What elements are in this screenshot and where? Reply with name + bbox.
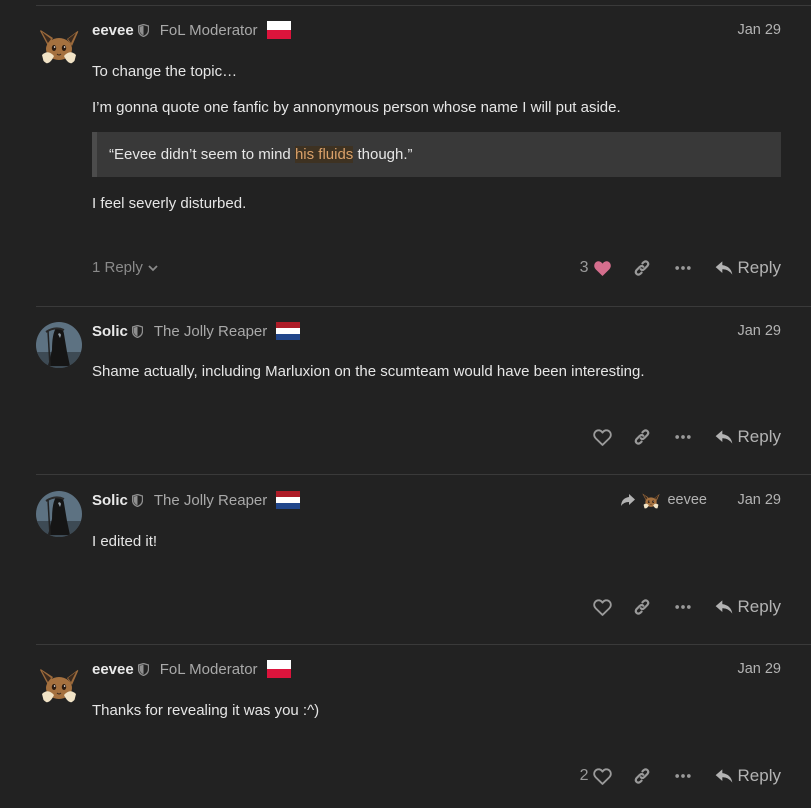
post-paragraph: I’m gonna quote one fanfic by annonymous… <box>92 99 621 116</box>
more-actions-button[interactable] <box>673 597 693 617</box>
user-title: The Jolly Reaper <box>153 322 268 340</box>
post-date[interactable]: Jan 29 <box>737 19 781 41</box>
reply-to-username: eevee <box>667 492 707 508</box>
shield-icon <box>132 325 143 338</box>
avatar[interactable] <box>36 322 82 368</box>
avatar[interactable] <box>36 660 82 706</box>
heart-outline-icon <box>592 597 613 618</box>
like-count: 2 <box>579 767 589 784</box>
more-actions-button[interactable] <box>673 427 693 447</box>
reply-icon <box>714 258 734 278</box>
link-icon <box>632 766 652 786</box>
ellipsis-icon <box>673 258 693 278</box>
reply-button[interactable]: Reply <box>714 427 781 447</box>
quote-text: “Eevee didn’t seem to mind <box>109 146 295 163</box>
more-actions-button[interactable] <box>673 258 693 278</box>
reaper-avatar-icon <box>36 322 82 368</box>
reply-button[interactable]: Reply <box>714 766 781 786</box>
post-paragraph: I edited it! <box>92 533 158 550</box>
heart-outline-icon <box>592 427 613 448</box>
netherlands-flag-icon <box>276 491 301 509</box>
username[interactable]: eevee <box>92 22 134 39</box>
like-button[interactable] <box>592 427 613 448</box>
link-icon <box>632 597 652 617</box>
eevee-avatar-icon <box>36 660 82 706</box>
username[interactable]: Solic <box>92 323 128 340</box>
link-icon <box>632 427 652 447</box>
quote-text: though.” <box>353 146 413 163</box>
share-arrow-icon <box>620 493 636 507</box>
username[interactable]: eevee <box>92 661 134 678</box>
reply-label: Reply <box>737 427 781 446</box>
heart-outline-icon <box>592 766 613 787</box>
reply-label: Reply <box>737 766 781 785</box>
eevee-mini-avatar-icon <box>639 490 663 510</box>
replies-count: 1 Reply <box>92 259 143 276</box>
like-button[interactable]: 2 <box>580 766 613 787</box>
post-date[interactable]: Jan 29 <box>737 320 781 342</box>
like-button[interactable] <box>592 597 613 618</box>
reply-icon <box>714 427 734 447</box>
shield-icon <box>138 663 149 676</box>
reply-icon <box>714 766 734 786</box>
shield-icon <box>132 494 143 507</box>
more-actions-button[interactable] <box>673 766 693 786</box>
post-meta: eevee FoL Moderator <box>92 658 291 680</box>
poland-flag-icon <box>266 660 291 678</box>
post-paragraph: Shame actually, including Marluxion on t… <box>92 363 645 380</box>
post-divider <box>36 644 811 645</box>
reply-button[interactable]: Reply <box>714 597 781 617</box>
post-date[interactable]: Jan 29 <box>737 658 781 680</box>
post-actions: 3 Reply <box>580 256 781 280</box>
reply-to-indicator[interactable]: eevee <box>620 489 707 511</box>
post-actions: 2 Reply <box>580 764 781 788</box>
link-icon <box>632 258 652 278</box>
blockquote: “Eevee didn’t seem to mind his fluids th… <box>92 132 781 177</box>
like-button[interactable]: 3 <box>580 258 613 279</box>
share-link-button[interactable] <box>632 766 652 786</box>
ellipsis-icon <box>673 766 693 786</box>
post-paragraph: To change the topic… <box>92 63 238 80</box>
post-divider <box>36 306 811 307</box>
post-divider <box>36 474 811 475</box>
share-link-button[interactable] <box>632 258 652 278</box>
user-title: The Jolly Reaper <box>153 491 268 509</box>
reply-button[interactable]: Reply <box>714 258 781 278</box>
post-date[interactable]: Jan 29 <box>737 489 781 511</box>
netherlands-flag-icon <box>276 322 301 340</box>
eevee-avatar-icon <box>36 21 82 67</box>
ellipsis-icon <box>673 597 693 617</box>
reply-label: Reply <box>737 597 781 616</box>
avatar[interactable] <box>36 491 82 537</box>
poland-flag-icon <box>266 21 291 39</box>
post-meta: eevee FoL Moderator <box>92 19 291 41</box>
post-meta: Solic The Jolly Reaper <box>92 320 301 342</box>
post-paragraph: I feel severly disturbed. <box>92 195 247 212</box>
reaper-avatar-icon <box>36 491 82 537</box>
share-link-button[interactable] <box>632 597 652 617</box>
reply-label: Reply <box>737 258 781 277</box>
post-meta: Solic The Jolly Reaper <box>92 489 301 511</box>
ellipsis-icon <box>673 427 693 447</box>
highlighted-text: his fluids <box>294 146 354 163</box>
user-title: FoL Moderator <box>159 21 258 39</box>
replies-toggle[interactable]: 1 Reply <box>92 259 159 276</box>
avatar[interactable] <box>36 21 82 67</box>
heart-filled-icon <box>592 258 613 279</box>
username[interactable]: Solic <box>92 492 128 509</box>
share-link-button[interactable] <box>632 427 652 447</box>
like-count: 3 <box>579 259 589 276</box>
post-divider <box>36 5 811 6</box>
post-actions: Reply <box>592 595 781 619</box>
shield-icon <box>138 24 149 37</box>
user-title: FoL Moderator <box>159 660 258 678</box>
reply-icon <box>714 597 734 617</box>
post-paragraph: Thanks for revealing it was you :^) <box>92 702 320 719</box>
post-actions: Reply <box>592 425 781 449</box>
chevron-down-icon <box>147 262 159 274</box>
